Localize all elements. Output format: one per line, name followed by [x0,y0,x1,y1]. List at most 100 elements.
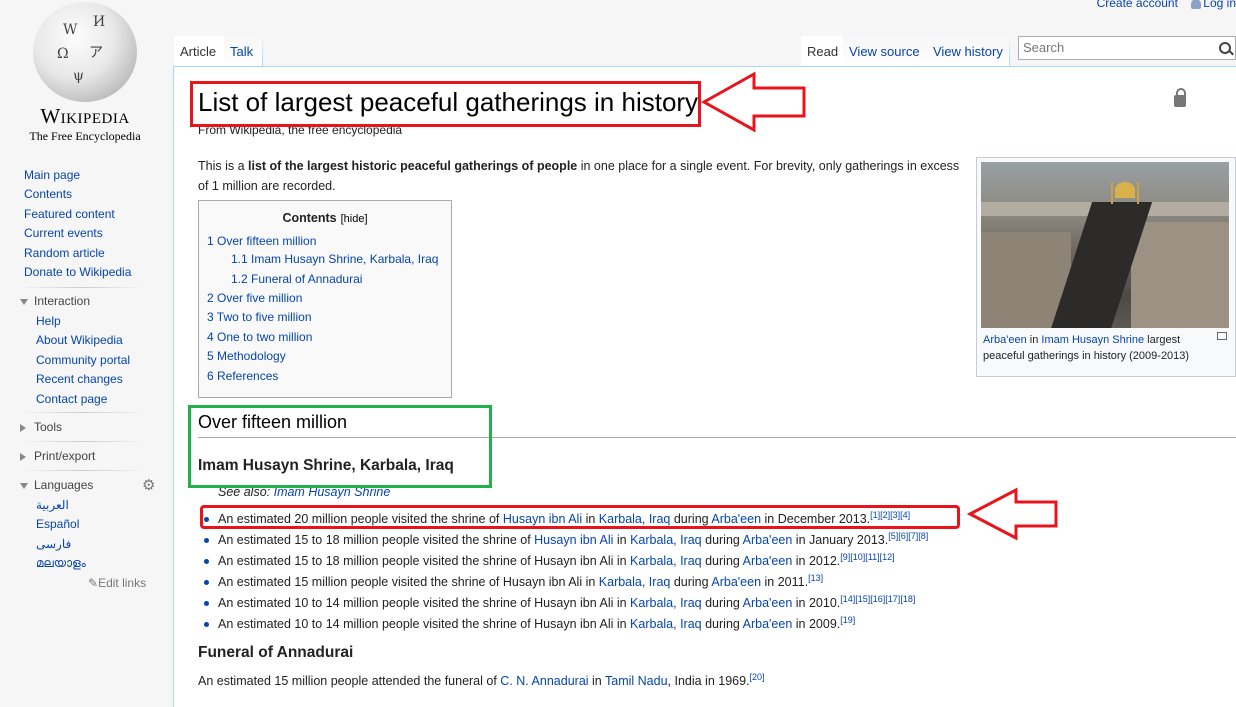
lang-spanish[interactable]: Español [36,517,79,531]
list-item-text: An estimated 10 to 14 million people vis… [218,596,631,611]
search-input[interactable]: Search [1018,36,1236,60]
nav-about[interactable]: About Wikipedia [36,333,123,347]
nav-random-article[interactable]: Random article [24,246,105,260]
gear-icon[interactable]: ⚙ [142,476,155,494]
toc-item[interactable]: 3 Two to five million [207,310,312,324]
list-item: An estimated 15 to 18 million people vis… [218,531,928,547]
search-icon[interactable] [1219,42,1231,54]
bullet-icon [204,622,209,627]
toc-item[interactable]: 4 One to two million [207,330,312,344]
nav-donate[interactable]: Donate to Wikipedia [24,265,131,279]
caption-link-arbaeen[interactable]: Arba'een [983,334,1027,346]
link-karbala-iraq[interactable]: Karbala, Iraq [630,617,702,631]
link-karbala-iraq[interactable]: Karbala, Iraq [599,575,671,589]
toc-item[interactable]: 2 Over five million [207,291,302,305]
bullet-icon [204,538,209,543]
toc-title: Contents [hide] [199,211,451,225]
link-annadurai[interactable]: C. N. Annadurai [500,674,588,688]
toc-item[interactable]: 1.1 Imam Husayn Shrine, Karbala, Iraq [231,252,438,266]
link-arbaeen[interactable]: Arba'een [743,554,793,568]
link-arbaeen[interactable]: Arba'een [743,617,793,631]
link-arbaeen[interactable]: Arba'een [743,533,793,547]
content-area: List of largest peaceful gatherings in h… [173,66,1236,707]
annadurai-paragraph: An estimated 15 million people attended … [198,672,765,688]
nav-community-portal[interactable]: Community portal [36,353,130,367]
tab-view-history[interactable]: View history [927,36,1009,66]
search-placeholder: Search [1023,40,1065,55]
toc-item[interactable]: 1 Over fifteen million [207,234,316,248]
tab-talk[interactable]: Talk [224,36,262,66]
toc-item[interactable]: 5 Methodology [207,349,286,363]
toc-hide-link[interactable]: [hide] [341,213,368,225]
paragraph-text: , India in 1969. [667,674,750,689]
list-item-text: during [701,533,743,548]
reference-link[interactable]: [9][10][11][12] [840,552,894,562]
nav-recent-changes[interactable]: Recent changes [36,372,123,386]
red-annotation-box [200,505,960,529]
lang-arabic[interactable]: العربية [36,498,69,512]
languages-heading[interactable]: Languages [20,478,93,492]
reference-link[interactable]: [19] [840,615,855,625]
wikipedia-logo[interactable]: WИ Ωア ψ Wikipedia The Free Encyclopedia [20,2,150,144]
languages-heading-label: Languages [34,478,94,492]
caption-link-shrine[interactable]: Imam Husayn Shrine [1041,334,1144,346]
sidebar-divider [20,287,146,288]
print-export-heading-label: Print/export [34,449,96,463]
list-item-text: An estimated 15 to 18 million people vis… [218,554,631,569]
reference-link[interactable]: [14][15][16][17][18] [840,594,915,604]
link-arbaeen[interactable]: Arba'een [743,596,793,610]
interaction-heading[interactable]: Interaction [20,294,90,308]
lock-icon [1174,88,1186,107]
login-link[interactable]: Log in [1191,0,1236,10]
link-tamil-nadu[interactable]: Tamil Nadu [605,674,668,688]
list-item-text: in 2012. [792,554,841,569]
tab-view-source[interactable]: View source [843,36,927,66]
toc-title-label: Contents [282,211,337,225]
tab-read[interactable]: Read [801,36,843,66]
paragraph-text: An estimated 15 million people attended … [198,674,501,689]
nav-help[interactable]: Help [36,314,61,328]
list-item-text: during [701,596,743,611]
lang-malayalam[interactable]: മലയാളം [36,556,86,571]
nav-main-page[interactable]: Main page [24,168,80,182]
link-karbala-iraq[interactable]: Karbala, Iraq [630,533,702,547]
list-item-text: in 2010. [792,596,841,611]
sidebar-divider [20,441,146,442]
nav-current-events[interactable]: Current events [24,226,103,240]
list-item-text: in 2009. [792,617,841,632]
shrine-photo[interactable] [981,162,1229,328]
expand-triangle-icon [20,452,26,461]
list-item: An estimated 15 to 18 million people vis… [218,552,895,568]
tools-heading[interactable]: Tools [20,420,62,434]
list-item: An estimated 10 to 14 million people vis… [218,594,915,610]
nav-contact-page[interactable]: Contact page [36,392,107,406]
link-karbala-iraq[interactable]: Karbala, Iraq [630,596,702,610]
toc-item[interactable]: 1.2 Funeral of Annadurai [231,272,362,286]
nav-contents[interactable]: Contents [24,187,72,201]
personal-tools: Create account Log in [1087,0,1236,10]
link-arbaeen[interactable]: Arba'een [711,575,761,589]
toc-item[interactable]: 6 References [207,369,278,383]
create-account-link[interactable]: Create account [1097,0,1178,10]
tab-separator [262,36,263,66]
edit-links-label: Edit links [98,576,147,590]
reference-link[interactable]: [13] [808,573,823,583]
edit-links[interactable]: ✎Edit links [88,576,146,590]
tools-heading-label: Tools [34,420,63,434]
pencil-icon: ✎ [88,576,99,590]
enlarge-icon[interactable] [1217,332,1227,340]
link-husayn-ibn-ali[interactable]: Husayn ibn Ali [534,533,613,547]
lang-persian[interactable]: فارسی [36,537,71,551]
print-export-heading[interactable]: Print/export [20,449,95,463]
list-item-text: An estimated 15 to 18 million people vis… [218,533,535,548]
intro-paragraph: This is a list of the largest historic p… [198,157,968,196]
reference-link[interactable]: [20] [750,672,765,682]
sidebar-divider [20,470,146,471]
tab-article[interactable]: Article [174,36,224,66]
list-item-text: in 2011. [761,575,809,590]
reference-link[interactable]: [5][6][7][8] [888,531,928,541]
list-item-text: in January 2013. [792,533,889,548]
link-karbala-iraq[interactable]: Karbala, Iraq [630,554,702,568]
nav-featured-content[interactable]: Featured content [24,207,115,221]
interaction-heading-label: Interaction [34,294,91,308]
